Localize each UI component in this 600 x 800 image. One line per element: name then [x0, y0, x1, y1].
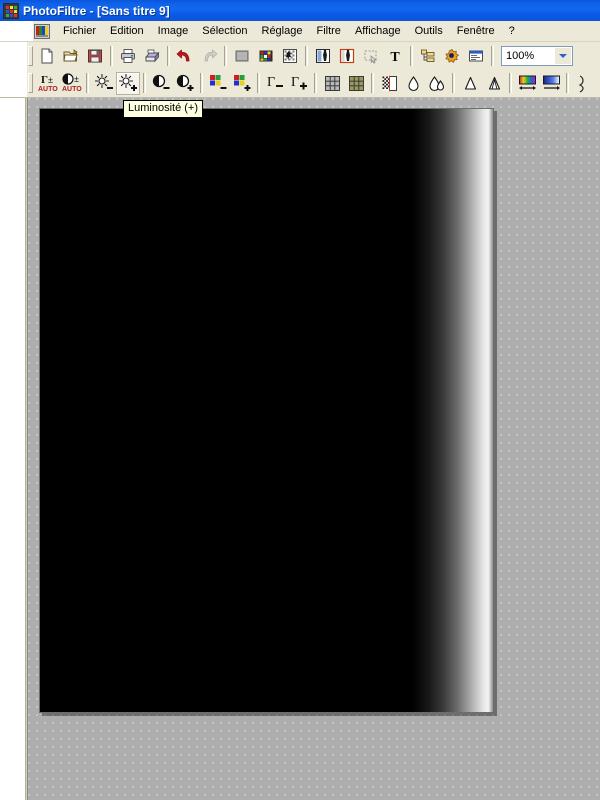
- effects-icon[interactable]: [440, 44, 464, 67]
- gray-swatch-icon[interactable]: [230, 44, 254, 67]
- zoom-level-combobox[interactable]: 100%: [501, 45, 573, 66]
- color-palette-icon[interactable]: [254, 44, 278, 67]
- layers-icon[interactable]: [416, 44, 440, 67]
- svg-text:T: T: [390, 50, 400, 64]
- window-info-icon[interactable]: [464, 44, 488, 67]
- saturation-plus-icon[interactable]: [230, 72, 254, 95]
- toolbar-separator: [86, 73, 89, 93]
- toolbar-separator: [509, 73, 512, 93]
- toolbar-separator: [143, 73, 146, 93]
- menu-bar: Fichier Edition Image Sélection Réglage …: [0, 21, 600, 42]
- gamma-auto-icon[interactable]: Γ ± AUTO: [35, 72, 59, 95]
- svg-text:AUTO: AUTO: [62, 86, 82, 93]
- edge-icon[interactable]: [572, 72, 596, 95]
- gradient-blue-icon[interactable]: [539, 72, 563, 95]
- toolbar-gripper[interactable]: [28, 45, 33, 66]
- toolbar-separator: [314, 73, 317, 93]
- print-icon[interactable]: [116, 44, 140, 67]
- chevron-down-icon[interactable]: [555, 47, 571, 64]
- svg-text:Γ: Γ: [41, 74, 48, 86]
- menu-reglage[interactable]: Réglage: [255, 23, 310, 40]
- menu-outils[interactable]: Outils: [408, 23, 450, 40]
- selection-marquee-icon: [359, 44, 383, 67]
- toolbar-left-spacer: [0, 42, 27, 69]
- menu-aide[interactable]: ?: [502, 23, 522, 40]
- toolbar-gripper[interactable]: [28, 73, 33, 93]
- blur-more-icon[interactable]: [425, 72, 449, 95]
- svg-text:Γ: Γ: [291, 75, 299, 90]
- menu-image[interactable]: Image: [151, 23, 196, 40]
- halftone-icon[interactable]: [377, 72, 401, 95]
- blur-drop-icon[interactable]: [401, 72, 425, 95]
- toolbar-separator: [491, 45, 494, 66]
- open-folder-icon[interactable]: [59, 44, 83, 67]
- gamma-plus-icon[interactable]: Γ: [287, 72, 311, 95]
- undo-arrow-icon[interactable]: [173, 44, 197, 67]
- toolbar-separator: [257, 73, 260, 93]
- svg-text:Γ: Γ: [267, 75, 275, 90]
- toolbar-separator: [371, 73, 374, 93]
- menu-fichier[interactable]: Fichier: [56, 23, 103, 40]
- transparency-icon[interactable]: [278, 44, 302, 67]
- contrast-minus-icon[interactable]: [149, 72, 173, 95]
- main-toolbar: T 100%: [0, 42, 600, 69]
- redo-arrow-icon: [197, 44, 221, 67]
- gradient-rainbow-icon[interactable]: [515, 72, 539, 95]
- dither-gray-icon[interactable]: [320, 72, 344, 95]
- canvas-frame: [39, 108, 494, 713]
- toolbar-separator: [452, 73, 455, 93]
- toolbar-separator: [410, 45, 413, 66]
- toolbar-separator: [224, 45, 227, 66]
- document-canvas[interactable]: [40, 109, 493, 712]
- toolbar-separator: [200, 73, 203, 93]
- menu-filtre[interactable]: Filtre: [309, 23, 347, 40]
- toolbar-left-spacer: [0, 69, 27, 97]
- brightness-minus-icon[interactable]: [92, 72, 116, 95]
- toolbar-separator: [305, 45, 308, 66]
- tooltip: Luminosité (+): [123, 100, 204, 118]
- toolbar-separator: [566, 73, 569, 93]
- dither-color-icon[interactable]: [344, 72, 368, 95]
- menu-fenetre[interactable]: Fenêtre: [450, 23, 502, 40]
- document-canvas-window[interactable]: [39, 108, 497, 716]
- window-title: PhotoFiltre - [Sans titre 9]: [23, 3, 170, 18]
- svg-text:AUTO: AUTO: [38, 86, 58, 93]
- left-dock-panel: [0, 98, 26, 800]
- saturation-minus-icon[interactable]: [206, 72, 230, 95]
- toolbar-separator: [167, 45, 170, 66]
- image-paste-icon[interactable]: [335, 44, 359, 67]
- sharpen-more-icon[interactable]: [482, 72, 506, 95]
- mdi-client-area: [27, 98, 600, 800]
- menu-edition[interactable]: Edition: [103, 23, 151, 40]
- zoom-level-value: 100%: [506, 49, 535, 62]
- menu-selection[interactable]: Sélection: [195, 23, 254, 40]
- title-bar: PhotoFiltre - [Sans titre 9]: [0, 0, 600, 21]
- menu-affichage[interactable]: Affichage: [348, 23, 408, 40]
- menubar-left-spacer: [0, 21, 33, 41]
- gamma-minus-icon[interactable]: Γ: [263, 72, 287, 95]
- text-tool-icon[interactable]: T: [383, 44, 407, 67]
- svg-text:±: ±: [48, 75, 53, 85]
- brightness-plus-icon[interactable]: [116, 71, 140, 95]
- contrast-plus-icon[interactable]: [173, 72, 197, 95]
- adjustment-toolbar: Γ ± AUTO ± AUTO Γ Γ: [0, 69, 600, 98]
- save-disk-icon[interactable]: [83, 44, 107, 67]
- photofiltre-app-icon: [3, 2, 19, 19]
- mdi-document-icon[interactable]: [34, 23, 50, 39]
- toolbar-separator: [110, 45, 113, 66]
- photofiltre-application-window: PhotoFiltre - [Sans titre 9] Fichier Edi…: [0, 0, 600, 800]
- scanner-icon[interactable]: [140, 44, 164, 67]
- svg-text:±: ±: [74, 74, 79, 84]
- contrast-auto-icon[interactable]: ± AUTO: [59, 72, 83, 95]
- new-file-icon[interactable]: [35, 44, 59, 67]
- sharpen-icon[interactable]: [458, 72, 482, 95]
- image-copy-icon[interactable]: [311, 44, 335, 67]
